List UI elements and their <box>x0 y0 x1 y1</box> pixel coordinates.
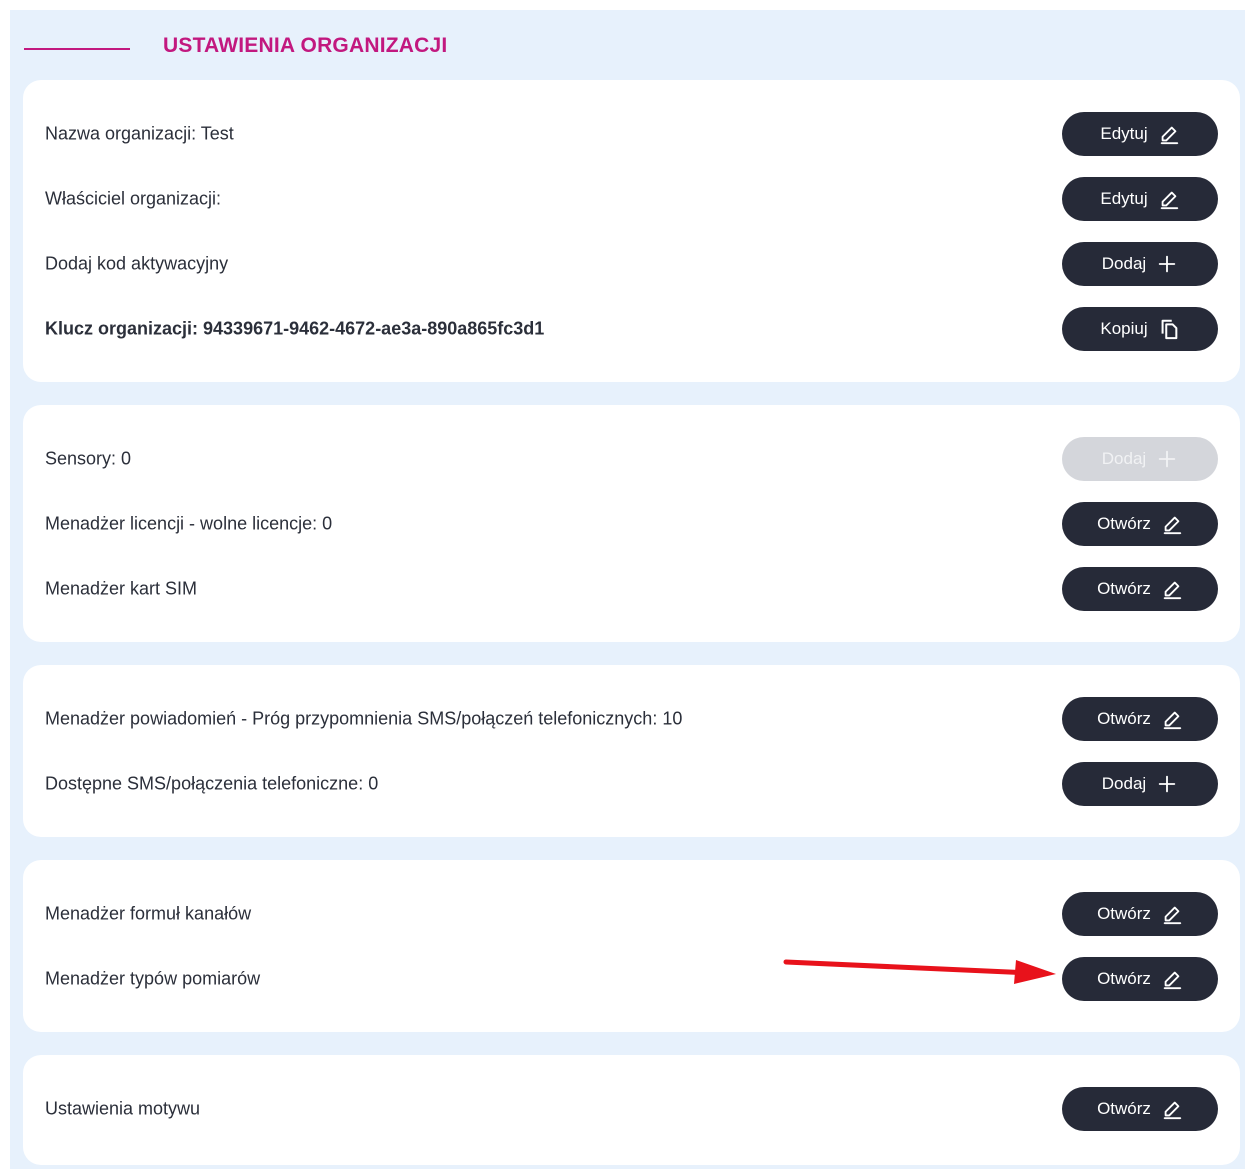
page-title: USTAWIENIA ORGANIZACJI <box>163 34 448 57</box>
settings-row: Nazwa organizacji: Test Edytuj <box>23 112 1240 156</box>
settings-row: Menadżer kart SIM Otwórz <box>23 567 1240 611</box>
button-label: Otwórz <box>1097 969 1151 988</box>
header-divider <box>24 48 130 50</box>
dodaj-button[interactable]: Dodaj <box>1062 242 1218 286</box>
otworz-button[interactable]: Otwórz <box>1062 892 1218 936</box>
row-label: Ustawienia motywu <box>45 1098 201 1119</box>
plus-icon <box>1156 448 1178 470</box>
button-label: Edytuj <box>1100 189 1148 208</box>
pencil-icon <box>1161 513 1183 535</box>
settings-card: Ustawienia motywu Otwórz <box>23 1055 1240 1165</box>
otworz-button[interactable]: Otwórz <box>1062 697 1218 741</box>
otworz-button[interactable]: Otwórz <box>1062 957 1218 1001</box>
row-label: Menadżer powiadomień - Próg przypomnieni… <box>45 708 683 729</box>
settings-row: Ustawienia motywu Otwórz <box>23 1087 1240 1131</box>
button-label: Edytuj <box>1100 124 1148 143</box>
edytuj-button[interactable]: Edytuj <box>1062 112 1218 156</box>
pencil-icon <box>1158 123 1180 145</box>
button-label: Kopiuj <box>1100 319 1148 338</box>
settings-row: Menadżer powiadomień - Próg przypomnieni… <box>23 697 1240 741</box>
settings-card: Sensory: 0 Dodaj Menadżer licencji - wolne… <box>23 405 1240 642</box>
button-label: Otwórz <box>1097 579 1151 598</box>
row-label: Sensory: 0 <box>45 448 132 469</box>
plus-icon <box>1156 773 1178 795</box>
row-label: Menadżer kart SIM <box>45 578 198 599</box>
settings-card: Menadżer formuł kanałów Otwórz Menadżer ty… <box>23 860 1240 1032</box>
settings-row: Menadżer licencji - wolne licencje: 0 Otw… <box>23 502 1240 546</box>
button-label: Otwórz <box>1097 709 1151 728</box>
row-label: Menadżer licencji - wolne licencje: 0 <box>45 513 333 534</box>
pencil-icon <box>1161 903 1183 925</box>
button-label: Otwórz <box>1097 904 1151 923</box>
row-label: Właściciel organizacji: <box>45 188 222 209</box>
settings-row: Menadżer formuł kanałów Otwórz <box>23 892 1240 936</box>
button-label: Otwórz <box>1097 1099 1151 1118</box>
settings-row: Dostępne SMS/połączenia telefoniczne: 0 D… <box>23 762 1240 806</box>
settings-row: Właściciel organizacji: Edytuj <box>23 177 1240 221</box>
settings-row: Dodaj kod aktywacyjny Dodaj <box>23 242 1240 286</box>
row-label: Klucz organizacji: 94339671-9462-4672-ae… <box>45 318 545 339</box>
settings-card: Menadżer powiadomień - Próg przypomnieni… <box>23 665 1240 837</box>
pencil-icon <box>1158 188 1180 210</box>
button-label: Otwórz <box>1097 514 1151 533</box>
button-label: Dodaj <box>1101 449 1147 468</box>
edytuj-button[interactable]: Edytuj <box>1062 177 1218 221</box>
pencil-icon <box>1161 968 1183 990</box>
row-label: Menadżer typów pomiarów <box>45 968 261 989</box>
otworz-button[interactable]: Otwórz <box>1062 502 1218 546</box>
row-label: Dodaj kod aktywacyjny <box>45 253 229 274</box>
pencil-icon <box>1161 708 1183 730</box>
plus-icon <box>1156 253 1178 275</box>
row-label: Nazwa organizacji: Test <box>45 123 234 144</box>
pencil-icon <box>1161 578 1183 600</box>
annotation-arrow <box>783 959 1056 984</box>
button-label: Dodaj <box>1101 254 1147 273</box>
otworz-button[interactable]: Otwórz <box>1062 567 1218 611</box>
settings-row: Klucz organizacji: 94339671-9462-4672-ae… <box>23 307 1240 351</box>
dodaj-button: Dodaj <box>1062 437 1218 481</box>
kopiuj-button[interactable]: Kopiuj <box>1062 307 1218 351</box>
row-label: Menadżer formuł kanałów <box>45 903 252 924</box>
dodaj-button[interactable]: Dodaj <box>1062 762 1218 806</box>
settings-card: Nazwa organizacji: Test Edytuj Właściciel … <box>23 80 1240 382</box>
settings-row: Sensory: 0 Dodaj <box>23 437 1240 481</box>
otworz-button[interactable]: Otwórz <box>1062 1087 1218 1131</box>
button-label: Dodaj <box>1101 774 1147 793</box>
pencil-icon <box>1161 1098 1183 1120</box>
copy-icon <box>1158 318 1180 340</box>
row-label: Dostępne SMS/połączenia telefoniczne: 0 <box>45 773 379 794</box>
